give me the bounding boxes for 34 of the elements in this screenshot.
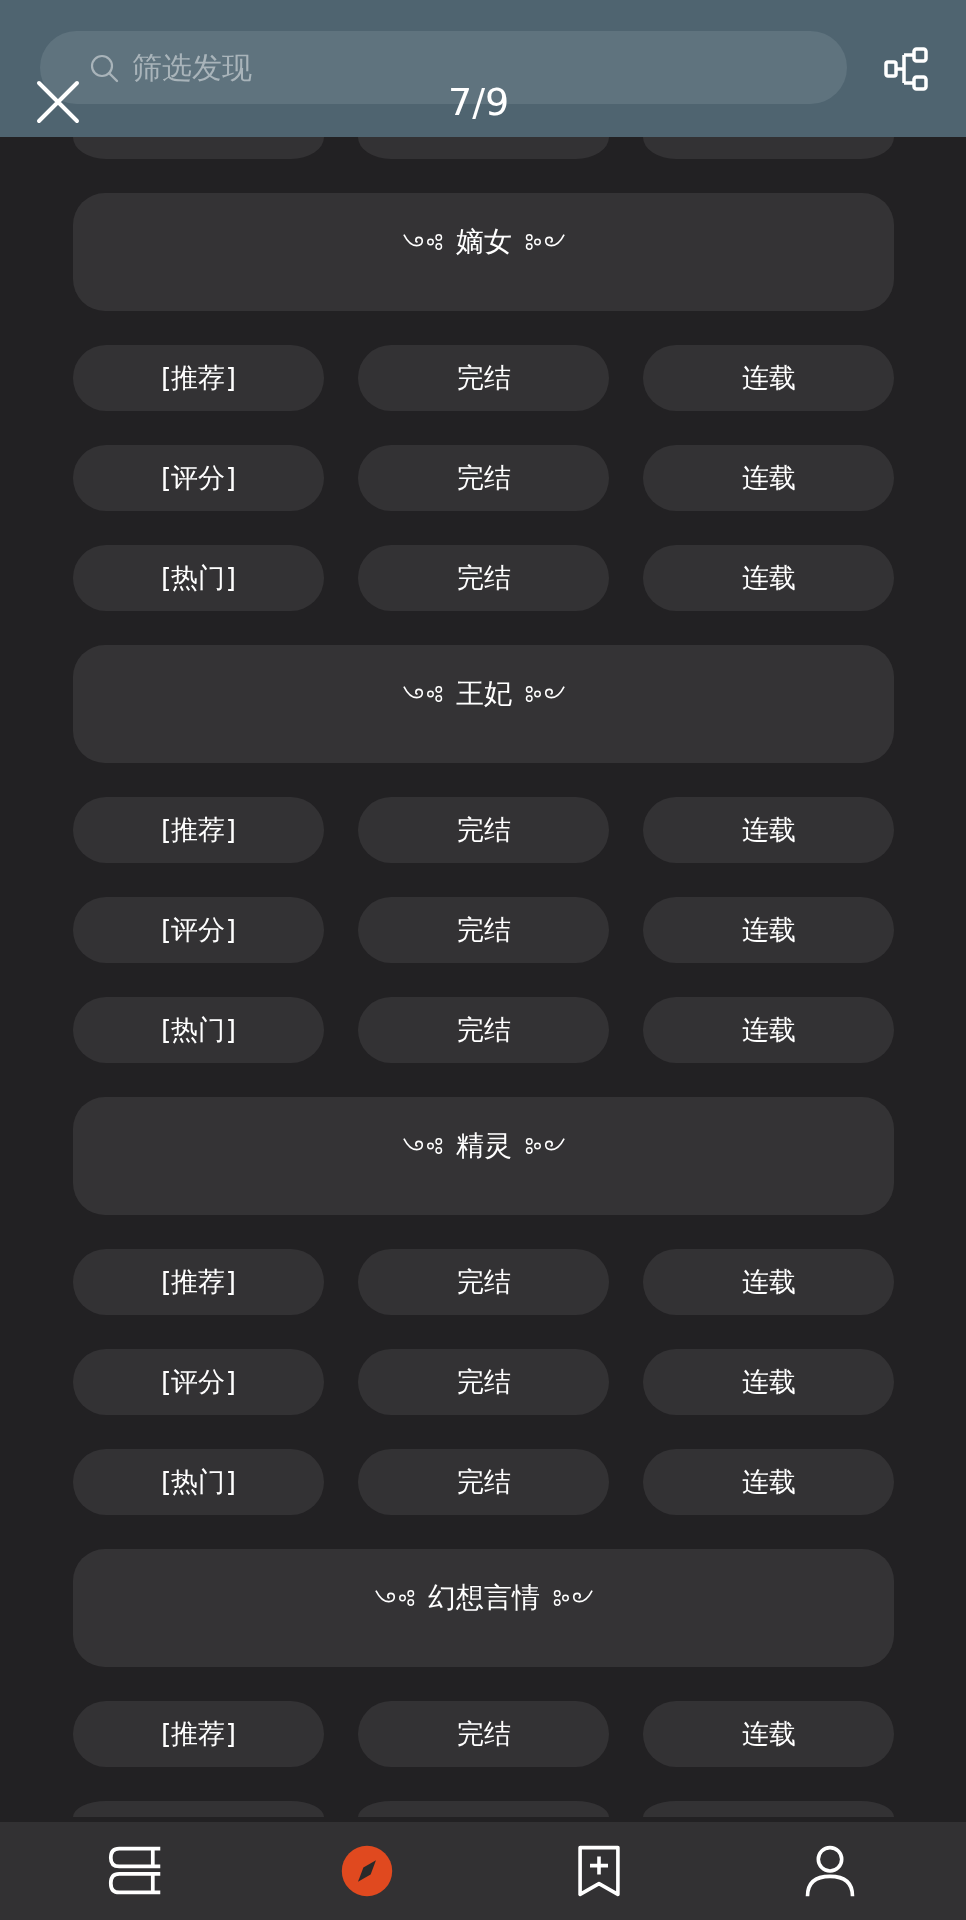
category-title: 幻想言情 (427, 1580, 540, 1616)
filter-button[interactable]: [评分] (73, 897, 324, 963)
filter-button[interactable]: [推荐] (73, 1249, 324, 1315)
filter-button[interactable]: 连载 (643, 545, 894, 611)
filter-button[interactable]: 连载 (643, 345, 894, 411)
category-title: 嫡女 (455, 224, 512, 260)
filter-button[interactable]: [热门] (73, 545, 324, 611)
filter-button[interactable]: 连载 (643, 897, 894, 963)
filter-button[interactable]: [热门] (73, 1449, 324, 1515)
filter-button[interactable]: [推荐] (73, 797, 324, 863)
filter-button[interactable]: 完结 (358, 1349, 609, 1415)
filter-button[interactable]: 完结 (358, 797, 609, 863)
filter-button[interactable]: 完结 (358, 545, 609, 611)
filter-button[interactable]: 连载 (643, 797, 894, 863)
filter-button[interactable]: [评分] (73, 445, 324, 511)
filter-button[interactable]: 连载 (643, 1449, 894, 1515)
filter-button[interactable]: [热门] (73, 997, 324, 1063)
filter-button[interactable]: 完结 (358, 1249, 609, 1315)
filter-button[interactable]: 连载 (643, 445, 894, 511)
filter-button[interactable]: 完结 (358, 897, 609, 963)
filter-button[interactable]: [推荐] (73, 1701, 324, 1767)
category-title: 王妃 (455, 676, 512, 712)
filter-button[interactable]: 连载 (643, 1349, 894, 1415)
filter-button[interactable]: 完结 (358, 1701, 609, 1767)
filter-button[interactable]: 连载 (643, 1249, 894, 1315)
filter-button[interactable]: [评分] (73, 1349, 324, 1415)
filter-button[interactable]: 完结 (358, 997, 609, 1063)
filter-button[interactable]: 连载 (643, 997, 894, 1063)
filter-button[interactable]: 连载 (643, 1701, 894, 1767)
category-title: 精灵 (455, 1128, 512, 1164)
filter-button[interactable]: 完结 (358, 1449, 609, 1515)
filter-button[interactable]: 完结 (358, 345, 609, 411)
filter-button[interactable]: 完结 (358, 445, 609, 511)
filter-button[interactable]: [推荐] (73, 345, 324, 411)
